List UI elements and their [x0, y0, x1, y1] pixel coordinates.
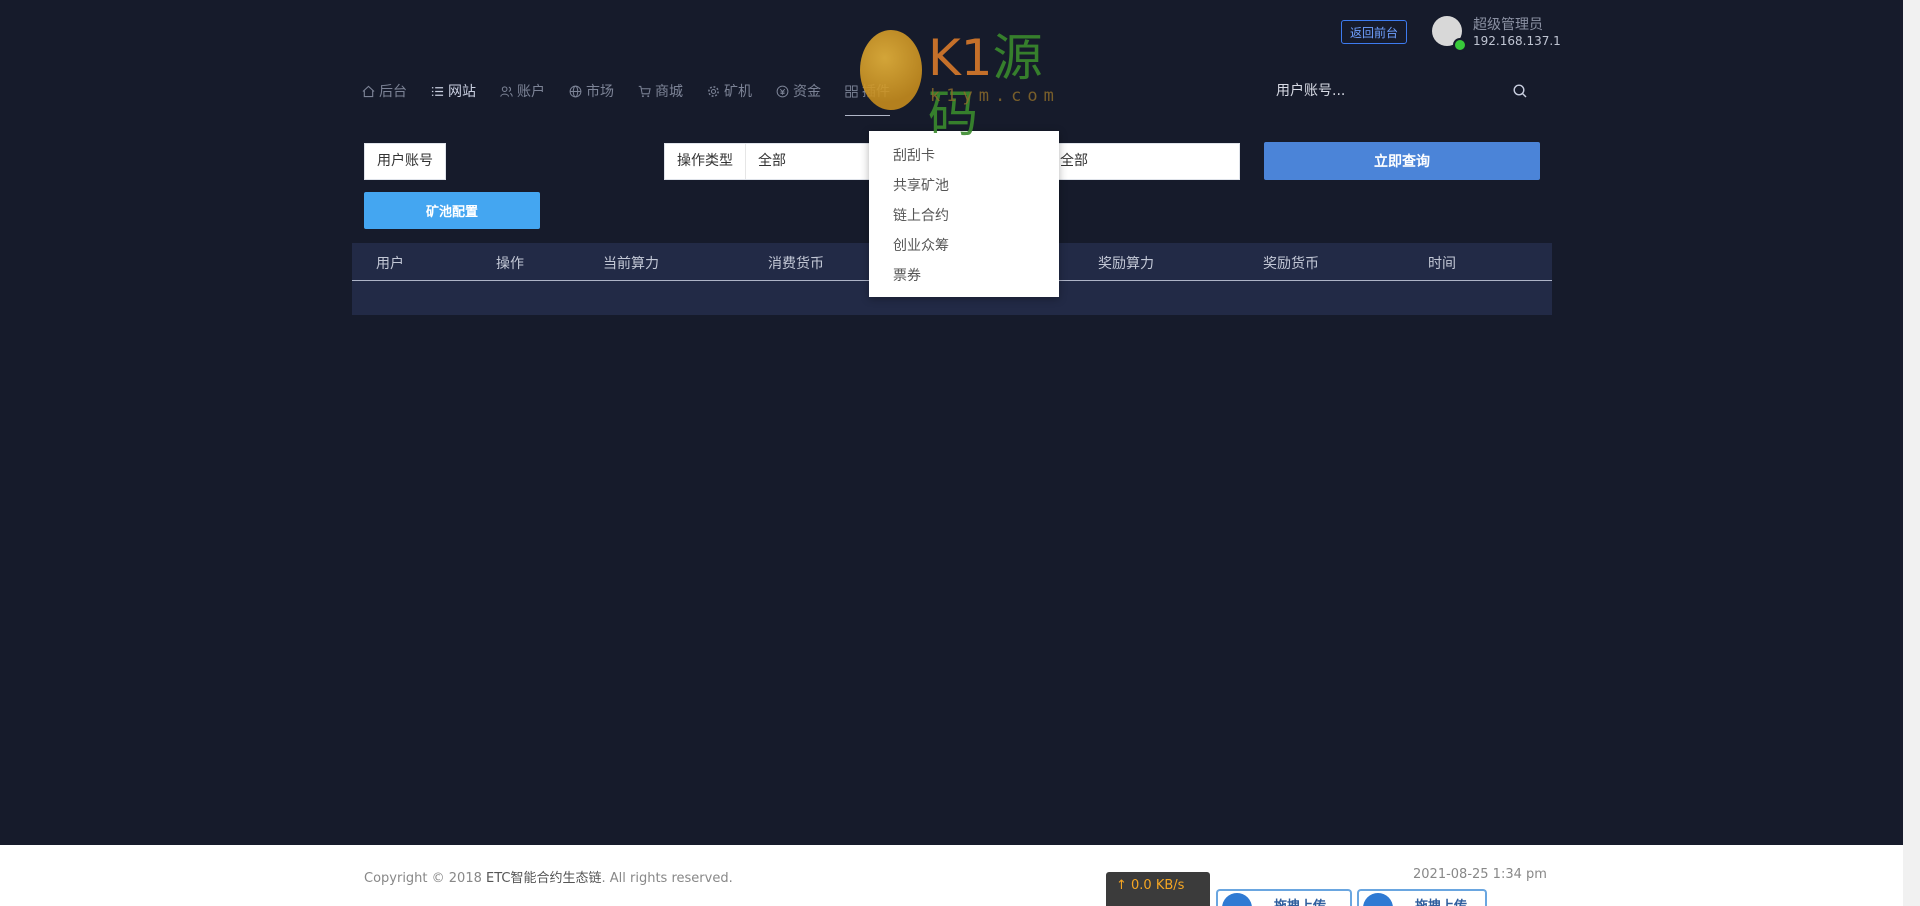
nav-label: 插件	[862, 84, 890, 100]
footer-datetime: 2021-08-25 1:34 pm	[1413, 867, 1547, 882]
col-user: 用户	[376, 256, 404, 272]
upload-icon	[1363, 893, 1393, 906]
nav-item-funds[interactable]: 资金	[776, 80, 821, 102]
dropdown-item-chain-contract[interactable]: 链上合约	[893, 205, 949, 225]
col-consumed-currency: 消费货币	[768, 256, 824, 272]
second-filter-select[interactable]: 全部	[1047, 143, 1240, 180]
search-icon[interactable]	[1512, 83, 1528, 99]
dropdown-item-shared-pool[interactable]: 共享矿池	[893, 175, 949, 195]
scrollbar[interactable]	[1903, 0, 1920, 906]
watermark-title: K1源码	[928, 29, 1043, 143]
globe-icon	[569, 85, 582, 97]
col-time: 时间	[1428, 256, 1456, 272]
home-icon	[362, 85, 375, 97]
main-area: 返回前台 超级管理员 192.168.137.1 后台 网站 账户 市场 商城 …	[0, 0, 1903, 845]
nav-label: 商城	[655, 84, 683, 100]
dropdown-item-scratch-card[interactable]: 刮刮卡	[893, 145, 935, 165]
nav-item-backend[interactable]: 后台	[362, 80, 407, 102]
user-role: 超级管理员	[1473, 17, 1543, 33]
dropdown-item-voucher[interactable]: 票券	[893, 265, 921, 285]
cog-icon	[708, 85, 719, 97]
nav-label: 市场	[586, 84, 614, 100]
account-filter-label[interactable]: 用户账号	[364, 143, 446, 180]
cart-icon	[638, 85, 651, 97]
nav-item-mall[interactable]: 商城	[638, 80, 683, 102]
col-reward-hashrate: 奖励算力	[1098, 256, 1154, 272]
footer: Copyright © 2018 ETC智能合约生态链. All rights …	[0, 845, 1903, 906]
col-current-hashrate: 当前算力	[603, 256, 659, 272]
online-status-dot	[1453, 38, 1467, 52]
page: 返回前台 超级管理员 192.168.137.1 后台 网站 账户 市场 商城 …	[0, 0, 1920, 906]
users-icon	[500, 85, 513, 97]
grid-icon	[845, 84, 858, 98]
nav-item-miner[interactable]: 矿机	[707, 80, 752, 102]
plugins-dropdown: 刮刮卡 共享矿池 链上合约 创业众筹 票券	[869, 131, 1059, 297]
query-button[interactable]: 立即查询	[1264, 142, 1540, 180]
coin-icon	[776, 85, 789, 97]
pool-config-button[interactable]: 矿池配置	[364, 192, 540, 229]
nav-item-website[interactable]: 网站	[431, 80, 476, 102]
main-nav: 后台 网站 账户 市场 商城 矿机 资金 插件	[362, 80, 914, 116]
nav-label: 后台	[379, 84, 407, 100]
col-operation: 操作	[496, 256, 524, 272]
nav-label: 矿机	[724, 84, 752, 100]
back-to-front-button[interactable]: 返回前台	[1341, 20, 1407, 44]
op-type-label: 操作类型	[665, 144, 746, 179]
search-input[interactable]	[1276, 80, 1496, 102]
nav-item-market[interactable]: 市场	[569, 80, 614, 102]
copyright: Copyright © 2018 ETC智能合约生态链. All rights …	[364, 871, 733, 886]
dropdown-item-crowdfunding[interactable]: 创业众筹	[893, 235, 949, 255]
user-ip: 192.168.137.1	[1473, 34, 1561, 48]
list-icon	[431, 86, 444, 96]
nav-search	[1276, 80, 1528, 102]
upload-arrow-icon: ↑	[1116, 878, 1132, 893]
watermark-sub: k1ym.com	[930, 86, 1060, 106]
nav-label: 资金	[793, 84, 821, 100]
nav-item-plugins[interactable]: 插件	[845, 80, 890, 116]
nav-label: 账户	[517, 84, 545, 100]
nav-item-account[interactable]: 账户	[500, 80, 545, 102]
drag-upload-widget-1[interactable]: 拖拽上传	[1216, 889, 1352, 906]
col-reward-currency: 奖励货币	[1263, 256, 1319, 272]
network-speed-widget: ↑ 0.0 KB/s	[1106, 872, 1210, 906]
nav-label: 网站	[448, 84, 476, 100]
cloud-icon	[1222, 893, 1252, 906]
drag-upload-widget-2[interactable]: 拖拽上传	[1357, 889, 1487, 906]
